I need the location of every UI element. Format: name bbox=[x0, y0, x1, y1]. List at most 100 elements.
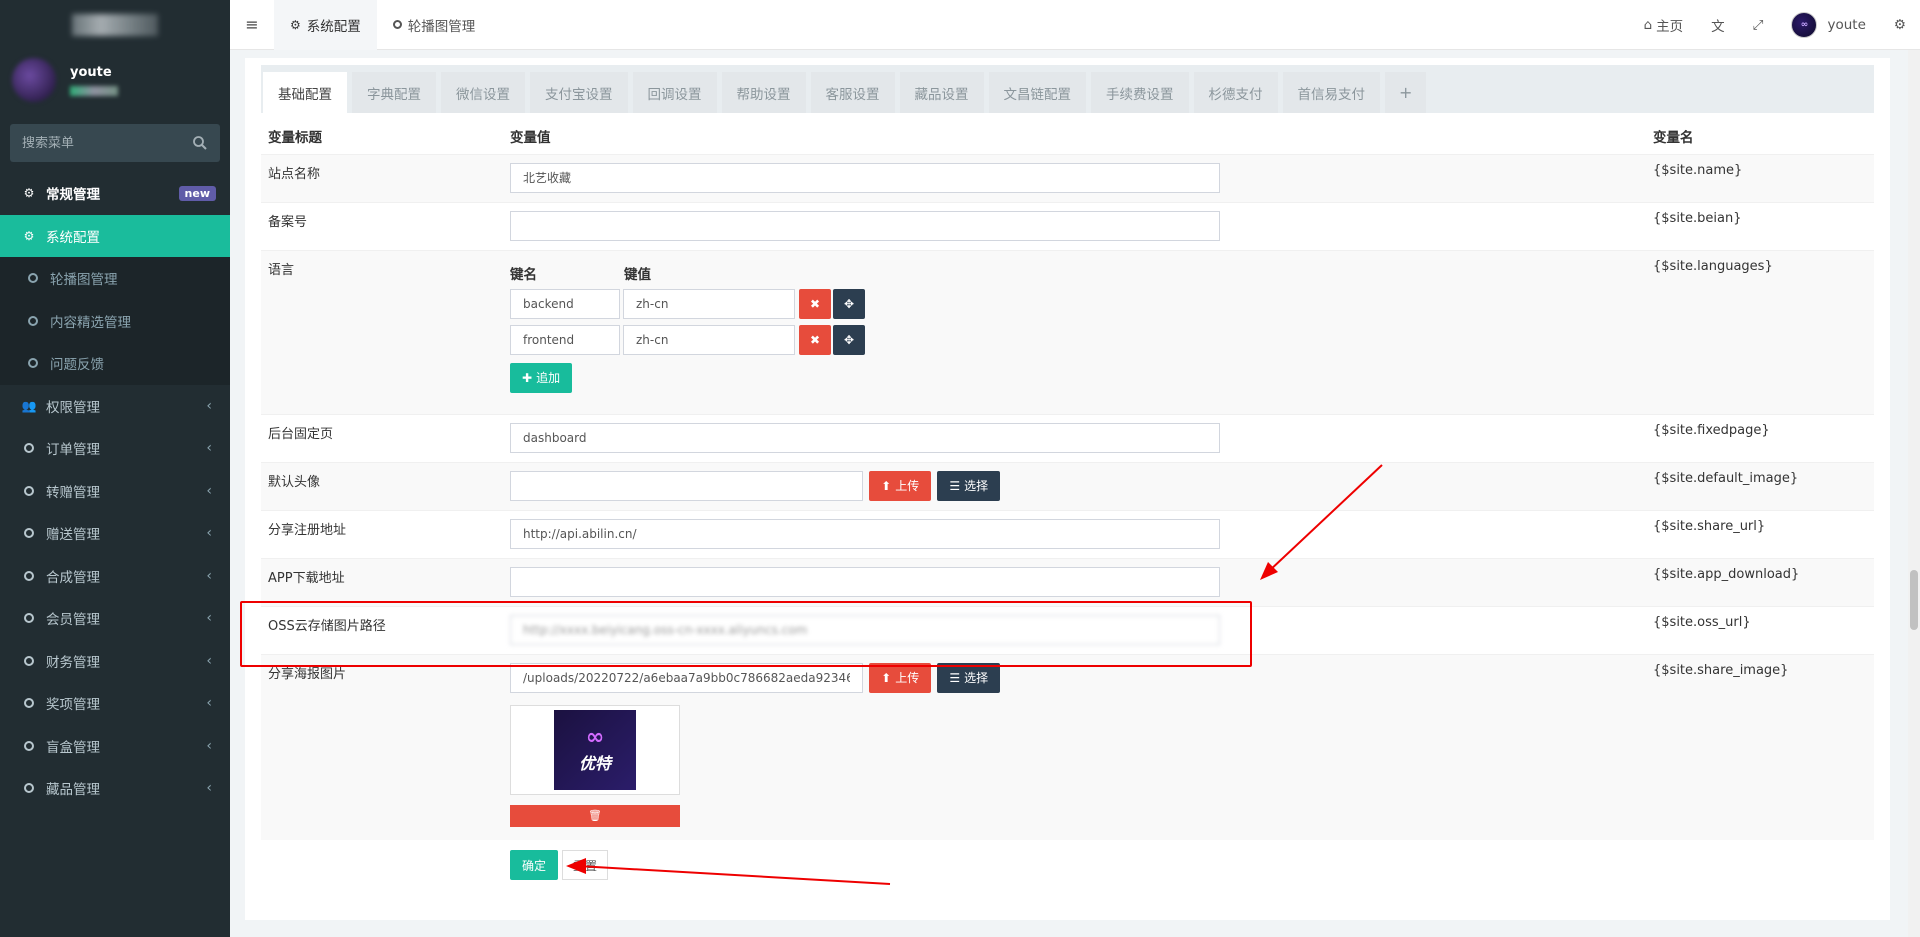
fixedpage-input[interactable] bbox=[510, 422, 1220, 453]
scroll-thumb[interactable] bbox=[1910, 570, 1918, 630]
user-status bbox=[70, 85, 118, 96]
reset-button[interactable]: 重置 bbox=[562, 850, 609, 880]
sidebar-item-general[interactable]: ⚙ 常规管理 new bbox=[0, 172, 230, 215]
tab-help[interactable]: 帮助设置 bbox=[721, 72, 806, 113]
table-row: 语言 键名 键值 ✖ ✥ ✖ bbox=[261, 249, 1874, 414]
choose-button[interactable]: ☰ 选择 bbox=[937, 662, 1001, 693]
home-label: 主页 bbox=[1656, 19, 1684, 35]
settings-button[interactable]: ⚙ bbox=[1880, 0, 1920, 50]
sidebar-item-label: 会员管理 bbox=[46, 612, 100, 629]
tab-alipay[interactable]: 支付宝设置 bbox=[530, 72, 628, 113]
cogs-icon: ⚙ bbox=[23, 186, 35, 201]
tab-payease[interactable]: 首信易支付 bbox=[1282, 72, 1380, 113]
sidebar-item-featured[interactable]: 内容精选管理 bbox=[0, 299, 230, 342]
chevron-left-icon: ‹ bbox=[206, 567, 212, 584]
close-icon: ✖ bbox=[809, 296, 821, 311]
delete-image-button[interactable]: 🗑 bbox=[510, 804, 680, 827]
sidebar-item-blindbox[interactable]: 盲盒管理 ‹ bbox=[0, 725, 230, 768]
upload-button[interactable]: ⬆ 上传 bbox=[869, 470, 932, 501]
search-input[interactable] bbox=[22, 135, 192, 151]
sidebar-item-label: 藏品管理 bbox=[46, 782, 100, 799]
sidebar-item-auth[interactable]: 👥 权限管理 ‹ bbox=[0, 385, 230, 428]
sidebar-item-carousel[interactable]: 轮播图管理 bbox=[0, 257, 230, 300]
remove-row-button[interactable]: ✖ bbox=[799, 288, 831, 319]
sidebar-item-finance[interactable]: 财务管理 ‹ bbox=[0, 640, 230, 683]
tab-wechat[interactable]: 微信设置 bbox=[441, 72, 525, 113]
language-key-input[interactable] bbox=[510, 288, 620, 319]
tab-fees[interactable]: 手续费设置 bbox=[1091, 72, 1189, 113]
tab-sand-pay[interactable]: 杉德支付 bbox=[1193, 72, 1278, 113]
tab-collection[interactable]: 藏品设置 bbox=[899, 72, 984, 113]
sidebar-item-system-config[interactable]: ⚙ 系统配置 bbox=[0, 214, 230, 257]
sidebar-item-collections[interactable]: 藏品管理 ‹ bbox=[0, 767, 230, 810]
new-badge: new bbox=[178, 185, 216, 201]
header-value: 变量值 bbox=[510, 129, 551, 146]
append-button[interactable]: ✚ 追加 bbox=[510, 362, 573, 393]
choose-button[interactable]: ☰ 选择 bbox=[937, 470, 1001, 501]
logo[interactable] bbox=[0, 0, 230, 50]
sidebar-item-label: 轮播图管理 bbox=[50, 272, 118, 289]
sidebar-item-members[interactable]: 会员管理 ‹ bbox=[0, 597, 230, 640]
app-download-input[interactable] bbox=[510, 566, 1220, 597]
choose-label: 选择 bbox=[964, 479, 989, 493]
config-panel: 基础配置 字典配置 微信设置 支付宝设置 回调设置 帮助设置 客服设置 藏品设置… bbox=[245, 58, 1890, 920]
tab-chain[interactable]: 文昌链配置 bbox=[988, 72, 1086, 113]
sidebar-item-label: 财务管理 bbox=[46, 654, 100, 671]
header-title: 变量标题 bbox=[268, 129, 322, 146]
sidebar-item-label: 盲盒管理 bbox=[46, 739, 100, 756]
sidebar-item-label: 内容精选管理 bbox=[50, 314, 131, 331]
topbar: ≡ ⚙ 系统配置 轮播图管理 ⌂ 主页 文 ⤢ ∞ youte ⚙ bbox=[230, 0, 1920, 50]
beian-input[interactable] bbox=[510, 210, 1220, 241]
kv-header: 键名 键值 bbox=[510, 263, 1639, 283]
sidebar-item-feedback[interactable]: 问题反馈 bbox=[0, 342, 230, 385]
tab-system-config[interactable]: ⚙ 系统配置 bbox=[274, 0, 377, 50]
sidebar-item-transfer[interactable]: 转赠管理 ‹ bbox=[0, 470, 230, 513]
row-title: 语言 bbox=[261, 249, 503, 414]
chevron-left-icon: ‹ bbox=[206, 397, 212, 414]
user-menu[interactable]: ∞ youte bbox=[1777, 0, 1879, 50]
circle-icon bbox=[20, 443, 38, 454]
site-name-input[interactable] bbox=[510, 162, 1220, 193]
list-icon: ☰ bbox=[949, 670, 961, 685]
tab-callback[interactable]: 回调设置 bbox=[632, 72, 717, 113]
search-box bbox=[10, 124, 220, 162]
page-scrollbar[interactable] bbox=[1908, 50, 1920, 937]
share-image-preview[interactable]: ∞ 优特 bbox=[510, 704, 680, 795]
row-var-name: {$site.beian} bbox=[1646, 201, 1874, 250]
fullscreen-button[interactable]: ⤢ bbox=[1739, 0, 1778, 50]
gear-icon: ⚙ bbox=[290, 17, 301, 32]
sidebar-item-gift[interactable]: 赠送管理 ‹ bbox=[0, 512, 230, 555]
chevron-left-icon: ‹ bbox=[206, 525, 212, 542]
submit-button[interactable]: 确定 bbox=[510, 850, 559, 880]
search-icon[interactable] bbox=[192, 135, 208, 151]
language-key-input[interactable] bbox=[510, 324, 620, 355]
sidebar-item-awards[interactable]: 奖项管理 ‹ bbox=[0, 682, 230, 725]
drag-handle[interactable]: ✥ bbox=[833, 288, 865, 319]
drag-handle[interactable]: ✥ bbox=[833, 324, 865, 355]
row-title: 站点名称 bbox=[261, 153, 503, 202]
trash-icon: 🗑 bbox=[588, 809, 602, 822]
upload-button[interactable]: ⬆ 上传 bbox=[869, 662, 932, 693]
sidebar-item-synthesis[interactable]: 合成管理 ‹ bbox=[0, 555, 230, 598]
add-tab-button[interactable]: + bbox=[1385, 72, 1427, 113]
sidebar-item-orders[interactable]: 订单管理 ‹ bbox=[0, 427, 230, 470]
translate-button[interactable]: 文 bbox=[1697, 0, 1739, 50]
sidebar-item-label: 订单管理 bbox=[46, 442, 100, 459]
language-value-input[interactable] bbox=[623, 324, 795, 355]
language-value-input[interactable] bbox=[623, 288, 795, 319]
choose-label: 选择 bbox=[964, 671, 989, 685]
config-table: 变量标题 变量值 变量名 站点名称 {$site.name} 备案号 {$sit… bbox=[261, 118, 1874, 840]
tab-dictionary[interactable]: 字典配置 bbox=[352, 72, 436, 113]
home-link[interactable]: ⌂ 主页 bbox=[1630, 0, 1698, 50]
hamburger-icon[interactable]: ≡ bbox=[230, 15, 274, 34]
table-row: OSS云存储图片路径 {$site.oss_url} bbox=[261, 605, 1874, 654]
tab-basic[interactable]: 基础配置 bbox=[263, 72, 347, 113]
remove-row-button[interactable]: ✖ bbox=[799, 324, 831, 355]
tab-service[interactable]: 客服设置 bbox=[810, 72, 895, 113]
default-image-input[interactable] bbox=[510, 470, 863, 501]
oss-url-input[interactable] bbox=[510, 614, 1220, 645]
chevron-left-icon: ‹ bbox=[206, 610, 212, 627]
share-url-input[interactable] bbox=[510, 518, 1220, 549]
share-image-input[interactable] bbox=[510, 662, 863, 693]
tab-carousel[interactable]: 轮播图管理 bbox=[377, 0, 492, 50]
